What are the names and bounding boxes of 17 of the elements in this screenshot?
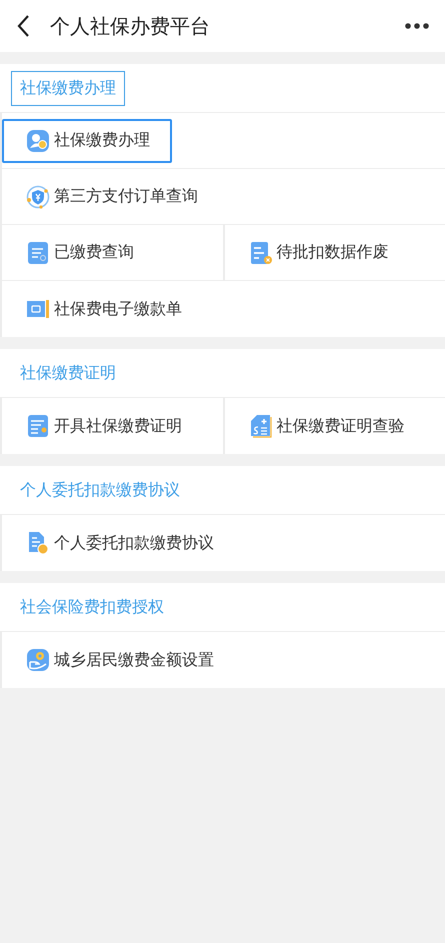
shield-coin-icon: [26, 184, 50, 208]
more-icon[interactable]: [405, 23, 429, 29]
certificate-icon: [26, 414, 50, 438]
ticket-icon: [26, 297, 50, 321]
document-cancel-icon: [248, 240, 272, 264]
section-title: 社保缴费证明: [19, 362, 117, 384]
document-coin-icon: [26, 531, 50, 555]
person-coin-icon: [26, 128, 50, 152]
section-title: 社会保险费扣费授权: [19, 596, 165, 618]
back-icon[interactable]: [16, 14, 30, 38]
document-dollar-icon: [248, 414, 272, 438]
menu-item[interactable]: 社保缴费办理: [2, 118, 172, 162]
hand-gear-icon: [26, 648, 50, 672]
document-list-icon: [26, 240, 50, 264]
section-title: 个人委托扣款缴费协议: [19, 478, 181, 500]
page-title: 个人社保办费平台: [50, 12, 211, 40]
section-title: 社保缴费办理: [11, 70, 125, 106]
